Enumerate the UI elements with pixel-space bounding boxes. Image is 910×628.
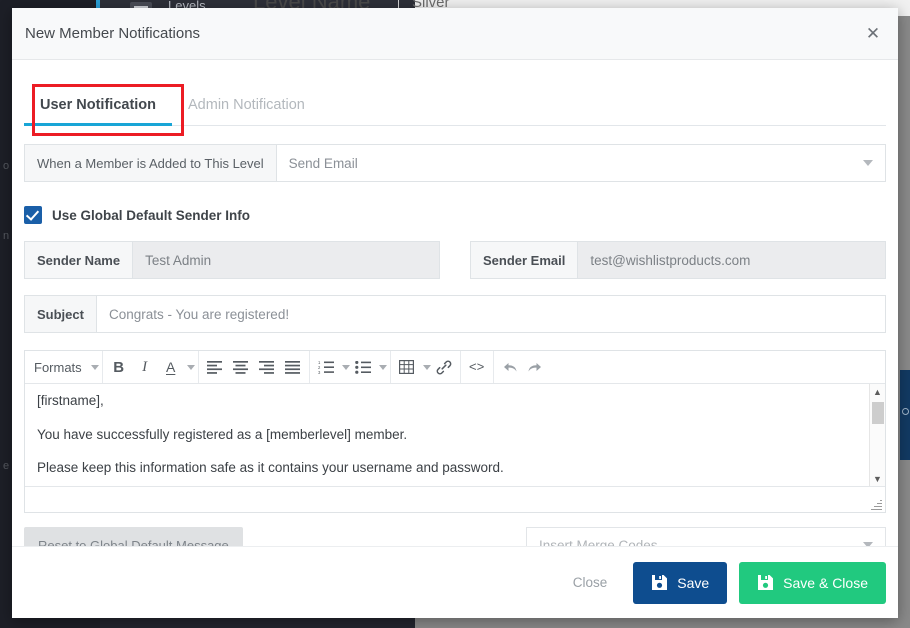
toolbar-group-formats: Formats — [25, 351, 103, 383]
sender-email-input[interactable]: test@wishlistproducts.com — [578, 242, 885, 278]
background-side-letter-1: o — [3, 160, 10, 172]
modal-footer: Close Save Save & Close — [12, 546, 898, 618]
align-left-icon[interactable] — [202, 354, 228, 380]
editor-status-bar — [25, 486, 885, 512]
chevron-down-icon[interactable] — [341, 364, 350, 370]
background-right-panel — [900, 370, 910, 460]
toolbar-group-history — [494, 351, 552, 383]
bullet-list-icon[interactable] — [350, 354, 376, 380]
source-code-button[interactable]: <> — [464, 354, 490, 380]
toolbar-group-align — [199, 351, 310, 383]
save-button[interactable]: Save — [633, 561, 728, 604]
chevron-down-icon[interactable]: ▼ — [870, 471, 885, 486]
when-member-added-select[interactable]: Send Email — [276, 145, 885, 181]
use-global-sender-row: Use Global Default Sender Info — [24, 204, 886, 226]
floppy-disk-icon — [758, 575, 774, 590]
scrollbar-thumb[interactable] — [872, 402, 884, 424]
tab-admin-notification[interactable]: Admin Notification — [172, 97, 321, 125]
close-icon[interactable]: ✕ — [860, 21, 886, 47]
sender-info-row: Sender Name Test Admin Sender Email test… — [24, 241, 886, 279]
undo-icon[interactable] — [497, 354, 523, 380]
modal-title: New Member Notifications — [25, 25, 201, 42]
table-icon[interactable] — [394, 354, 420, 380]
background-side-letter-3: e — [3, 460, 10, 472]
sender-name-input[interactable]: Test Admin — [133, 242, 439, 278]
subject-label: Subject — [25, 296, 97, 332]
align-right-icon[interactable] — [254, 354, 280, 380]
bold-button[interactable]: B — [106, 354, 132, 380]
align-justify-icon[interactable] — [280, 354, 306, 380]
chevron-up-icon[interactable]: ▲ — [870, 384, 885, 399]
modal-body: User Notification Admin Notification Whe… — [12, 82, 898, 618]
message-editor: Formats B I A 1 2 3 <> [firstname], You … — [24, 350, 886, 513]
chevron-down-icon[interactable] — [378, 364, 387, 370]
background-side-letter-2: n — [3, 230, 10, 242]
editor-content-area[interactable]: [firstname], You have successfully regis… — [25, 384, 885, 486]
sender-name-group: Sender Name Test Admin — [24, 241, 440, 279]
text-color-button[interactable]: A — [158, 354, 184, 380]
use-global-sender-checkbox[interactable] — [24, 206, 42, 224]
svg-text:3: 3 — [318, 370, 321, 374]
new-member-notifications-modal: New Member Notifications ✕ User Notifica… — [12, 8, 898, 618]
editor-line: [firstname], — [37, 393, 104, 408]
background-right-dot-icon — [902, 408, 909, 415]
when-member-added-label: When a Member is Added to This Level — [25, 145, 277, 181]
when-member-added-row: When a Member is Added to This Level Sen… — [24, 144, 886, 182]
close-button[interactable]: Close — [559, 575, 622, 590]
chevron-down-icon — [863, 160, 873, 166]
editor-toolbar: Formats B I A 1 2 3 <> — [25, 351, 885, 384]
formats-dropdown[interactable]: Formats — [28, 354, 88, 380]
chevron-down-icon[interactable] — [186, 364, 195, 370]
numbered-list-icon[interactable]: 1 2 3 — [313, 354, 339, 380]
toolbar-group-insert — [391, 351, 461, 383]
tab-user-notification[interactable]: User Notification — [24, 97, 173, 126]
sender-email-group: Sender Email test@wishlistproducts.com — [470, 241, 886, 279]
modal-header: New Member Notifications ✕ — [12, 8, 898, 60]
chevron-down-icon[interactable] — [422, 364, 431, 370]
use-global-sender-label: Use Global Default Sender Info — [52, 207, 251, 223]
resize-grip-icon[interactable] — [871, 499, 882, 510]
toolbar-group-lists: 1 2 3 — [310, 351, 391, 383]
save-and-close-button-label: Save & Close — [783, 574, 868, 591]
when-member-added-value: Send Email — [288, 155, 358, 171]
chevron-down-icon[interactable] — [90, 364, 99, 370]
link-icon[interactable] — [431, 354, 457, 380]
save-and-close-button[interactable]: Save & Close — [739, 561, 886, 604]
redo-icon[interactable] — [523, 354, 549, 380]
notification-tabs: User Notification Admin Notification — [24, 82, 886, 136]
italic-button[interactable]: I — [132, 354, 158, 380]
subject-group: Subject Congrats - You are registered! — [24, 295, 886, 333]
sender-email-label: Sender Email — [471, 242, 579, 278]
sender-name-label: Sender Name — [25, 242, 134, 278]
editor-line: Please keep this information safe as it … — [37, 460, 504, 475]
editor-line: You have successfully registered as a [m… — [37, 426, 408, 442]
toolbar-group-text-style: B I A — [103, 351, 199, 383]
save-button-label: Save — [677, 574, 710, 591]
subject-input[interactable]: Congrats - You are registered! — [96, 296, 885, 332]
align-center-icon[interactable] — [228, 354, 254, 380]
floppy-disk-icon — [652, 575, 668, 590]
toolbar-group-source: <> — [461, 351, 494, 383]
editor-scrollbar[interactable]: ▲ ▼ — [869, 384, 885, 486]
